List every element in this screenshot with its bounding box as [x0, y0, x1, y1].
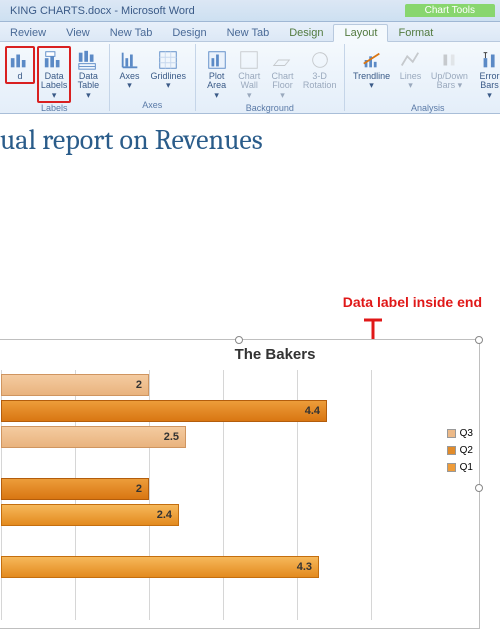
data-table-button[interactable]: Data Table ▾ [73, 46, 103, 103]
bar-q3-b[interactable]: 2.5 [1, 426, 186, 448]
swatch-icon [447, 446, 456, 455]
ribbon-group-labels: d Data Labels ▾ Data Table ▾ Labels [0, 44, 110, 111]
btn-label: Chart Floor ▾ [270, 72, 295, 100]
tab-newtab-1[interactable]: New Tab [100, 25, 163, 41]
data-labels-icon [43, 49, 65, 71]
btn-label: Axes ▾ [120, 72, 140, 91]
group-label: Labels [41, 103, 68, 114]
btn-label: Lines ▾ [400, 72, 422, 91]
chart-floor-button[interactable]: Chart Floor ▾ [266, 46, 299, 103]
axes-icon [119, 49, 141, 71]
btn-label: 3-D Rotation [303, 72, 337, 91]
gridlines-button[interactable]: Gridlines ▾ [147, 46, 191, 94]
lines-button[interactable]: Lines ▾ [395, 46, 425, 94]
data-label: 4.3 [297, 561, 312, 573]
chart-wall-icon [238, 49, 260, 71]
legend-item-q1[interactable]: Q1 [447, 462, 473, 473]
window-title: KING CHARTS.docx - Microsoft Word [10, 5, 195, 17]
document-area: ual report on Revenues Data label inside… [0, 114, 500, 500]
btn-label: d [17, 72, 22, 81]
chart-wall-button[interactable]: Chart Wall ▾ [234, 46, 264, 103]
updown-bars-button[interactable]: Up/Down Bars ▾ [427, 46, 471, 94]
tab-view[interactable]: View [56, 25, 100, 41]
data-label: 2 [136, 379, 142, 391]
group-label: Analysis [411, 103, 445, 114]
btn-label: Data Table ▾ [77, 72, 99, 100]
legend-label: Q1 [460, 462, 473, 473]
btn-label: Gridlines ▾ [151, 72, 187, 91]
chart-object[interactable]: The Bakers 2 4.4 2.5 2 2.4 4.3 Q3 Q2 Q1 [0, 339, 480, 629]
chart-floor-icon [271, 49, 293, 71]
plot-area[interactable]: 2 4.4 2.5 2 2.4 4.3 [1, 370, 371, 620]
data-table-icon [77, 49, 99, 71]
error-bars-button[interactable]: Error Bars ▾ [473, 46, 500, 103]
chart-icon [9, 49, 31, 71]
chart-legend[interactable]: Q3 Q2 Q1 [447, 428, 473, 473]
legend-label: Q3 [460, 428, 473, 439]
btn-label: Up/Down Bars ▾ [431, 72, 468, 91]
tab-chart-format[interactable]: Format [388, 25, 443, 41]
ribbon-tabs: Review View New Tab Design New Tab Desig… [0, 22, 500, 42]
error-bars-icon [479, 49, 500, 71]
data-label: 4.4 [305, 405, 320, 417]
axes-button[interactable]: Axes ▾ [115, 46, 145, 94]
group-label: Background [246, 103, 294, 114]
tab-chart-layout[interactable]: Layout [333, 24, 388, 42]
plot-area-button[interactable]: Plot Area ▾ [201, 46, 232, 103]
tab-chart-design[interactable]: Design [279, 25, 333, 41]
ribbon-group-background: Plot Area ▾ Chart Wall ▾ Chart Floor ▾ 3… [196, 44, 345, 111]
swatch-icon [447, 429, 456, 438]
legend-item-q2[interactable]: Q2 [447, 445, 473, 456]
data-label: 2 [136, 483, 142, 495]
btn-label: Plot Area ▾ [205, 72, 228, 100]
bar-q2[interactable]: 4.4 [1, 400, 327, 422]
btn-label: Data Labels ▾ [41, 72, 68, 100]
bar-q3[interactable]: 2 [1, 374, 149, 396]
document-heading: ual report on Revenues [0, 124, 500, 156]
trendline-button[interactable]: Trendline ▾ [350, 46, 394, 94]
legend-item-q3[interactable]: Q3 [447, 428, 473, 439]
tab-review[interactable]: Review [0, 25, 56, 41]
plot-area-icon [206, 49, 228, 71]
legend-button[interactable]: d [5, 46, 35, 84]
chart-tools-label: Chart Tools [405, 4, 495, 17]
bar-q1[interactable]: 2.4 [1, 504, 179, 526]
btn-label: Error Bars ▾ [477, 72, 500, 100]
group-label: Axes [142, 100, 162, 111]
legend-label: Q2 [460, 445, 473, 456]
btn-label: Trendline ▾ [353, 72, 390, 91]
ribbon-group-analysis: Trendline ▾ Lines ▾ Up/Down Bars ▾ Error… [345, 44, 500, 111]
rotation-button[interactable]: 3-D Rotation [301, 46, 339, 94]
bar-q2-b[interactable]: 2 [1, 478, 149, 500]
data-label: 2.5 [164, 431, 179, 443]
ribbon: d Data Labels ▾ Data Table ▾ Labels Axes… [0, 42, 500, 114]
data-labels-button[interactable]: Data Labels ▾ [37, 46, 71, 103]
swatch-icon [447, 463, 456, 472]
trendline-icon [361, 49, 383, 71]
tab-newtab-2[interactable]: New Tab [217, 25, 280, 41]
btn-label: Chart Wall ▾ [238, 72, 260, 100]
tab-design-1[interactable]: Design [162, 25, 216, 41]
bar-q1-b[interactable]: 4.3 [1, 556, 319, 578]
annotation-text: Data label inside end [343, 294, 482, 310]
updown-icon [438, 49, 460, 71]
ribbon-group-axes: Axes ▾ Gridlines ▾ Axes [110, 44, 197, 111]
gridlines-icon [157, 49, 179, 71]
rotation-icon [309, 49, 331, 71]
lines-icon [399, 49, 421, 71]
title-bar: KING CHARTS.docx - Microsoft Word Chart … [0, 0, 500, 22]
data-label: 2.4 [157, 509, 172, 521]
chart-title[interactable]: The Bakers [0, 340, 479, 367]
